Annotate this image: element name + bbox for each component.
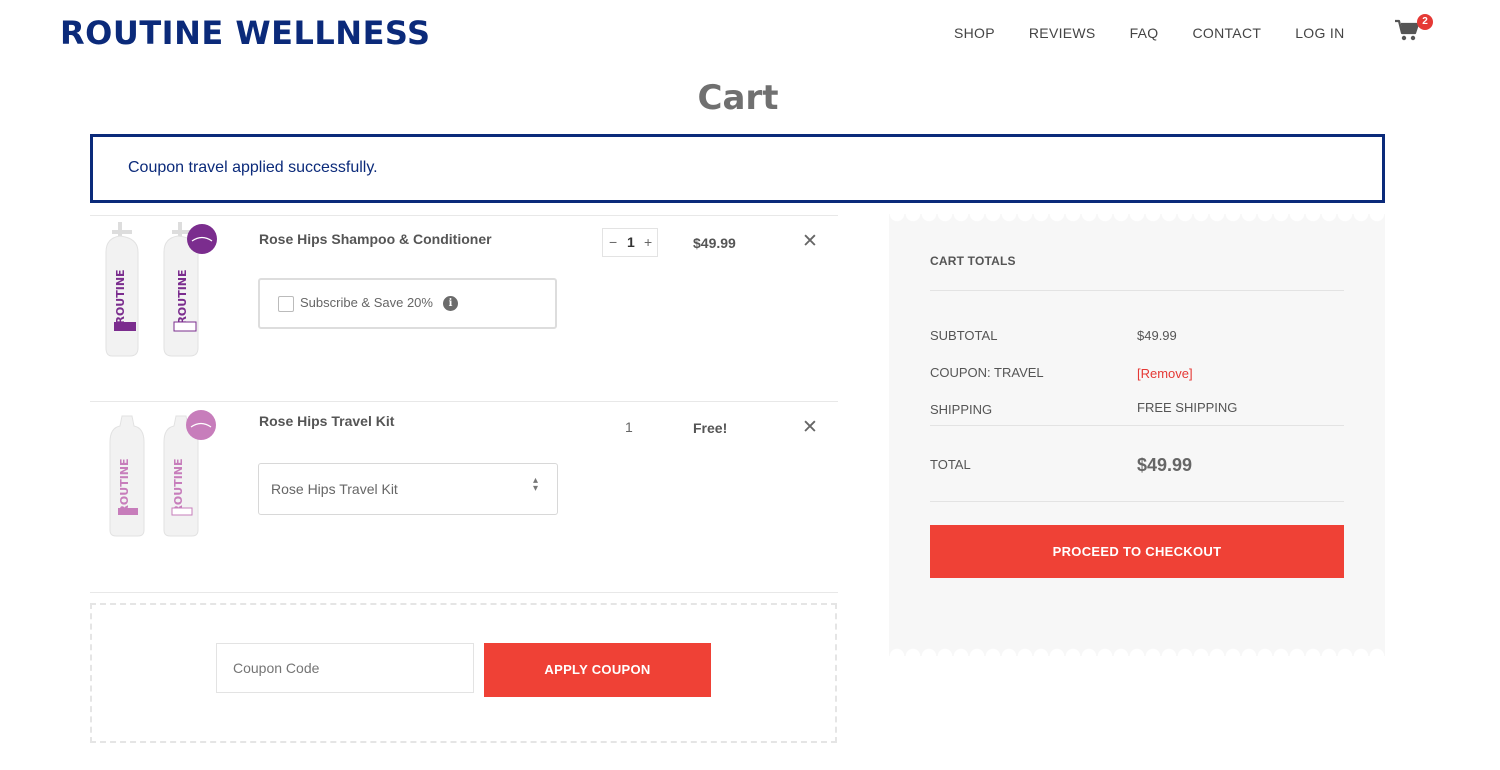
remove-coupon-link[interactable]: [Remove] bbox=[1137, 366, 1193, 381]
increase-quantity-button[interactable]: + bbox=[644, 234, 652, 250]
product-image-travel-kit[interactable]: ROUTINE ROUTINE bbox=[98, 408, 228, 548]
item-divider bbox=[90, 215, 838, 216]
product-name[interactable]: Rose Hips Shampoo & Conditioner bbox=[259, 231, 492, 247]
scallop-edge bbox=[889, 648, 1385, 656]
subtotal-value: $49.99 bbox=[1137, 328, 1177, 343]
svg-text:ROUTINE: ROUTINE bbox=[118, 458, 131, 513]
main-nav: SHOP REVIEWS FAQ CONTACT LOG IN bbox=[954, 25, 1378, 41]
coupon-code-input[interactable] bbox=[216, 643, 474, 693]
quantity-stepper[interactable]: − 1 + bbox=[602, 228, 658, 257]
page-title: Cart bbox=[697, 78, 779, 118]
quantity-value[interactable]: 1 bbox=[627, 234, 635, 250]
totals-divider bbox=[930, 290, 1344, 291]
subscribe-label[interactable]: Subscribe & Save 20% bbox=[300, 295, 433, 310]
total-value: $49.99 bbox=[1137, 455, 1193, 475]
subscribe-option[interactable]: Subscribe & Save 20% i bbox=[258, 278, 557, 329]
shipping-label: SHIPPING bbox=[930, 402, 993, 417]
nav-log-in[interactable]: LOG IN bbox=[1295, 25, 1344, 41]
item-divider bbox=[90, 592, 838, 593]
scallop-edge bbox=[889, 214, 1385, 222]
subscribe-checkbox[interactable] bbox=[278, 296, 294, 312]
nav-contact[interactable]: CONTACT bbox=[1192, 25, 1261, 41]
cart-count-badge[interactable]: 2 bbox=[1417, 14, 1433, 30]
totals-divider bbox=[930, 501, 1344, 502]
coupon-notice: Coupon travel applied successfully. bbox=[90, 134, 1385, 203]
total-label: TOTAL bbox=[930, 457, 971, 472]
quantity-value: 1 bbox=[625, 419, 633, 435]
shipping-value: FREE SHIPPING bbox=[1137, 400, 1238, 415]
apply-coupon-button[interactable]: APPLY COUPON bbox=[484, 643, 711, 697]
select-arrows-icon[interactable]: ▴ ▾ bbox=[533, 476, 538, 494]
subtotal-label: SUBTOTAL bbox=[930, 328, 998, 343]
nav-shop[interactable]: SHOP bbox=[954, 25, 995, 41]
remove-item-icon[interactable]: ✕ bbox=[802, 416, 818, 439]
svg-text:ROUTINE: ROUTINE bbox=[114, 269, 127, 324]
totals-divider bbox=[930, 425, 1344, 426]
product-name[interactable]: Rose Hips Travel Kit bbox=[259, 413, 394, 429]
product-image-shampoo[interactable]: ROUTINE ROUTINE bbox=[98, 222, 228, 362]
notice-text: Coupon travel applied successfully. bbox=[128, 159, 378, 176]
select-value[interactable]: Rose Hips Travel Kit bbox=[271, 481, 398, 497]
item-divider bbox=[90, 401, 838, 402]
remove-item-icon[interactable]: ✕ bbox=[802, 230, 818, 253]
nav-faq[interactable]: FAQ bbox=[1130, 25, 1159, 41]
coupon-label: COUPON: TRAVEL bbox=[930, 365, 1044, 380]
nav-reviews[interactable]: REVIEWS bbox=[1029, 25, 1096, 41]
svg-text:ROUTINE: ROUTINE bbox=[176, 269, 189, 324]
site-logo[interactable]: ROUTINE WELLNESS bbox=[60, 14, 431, 52]
cart-totals-panel: CART TOTALS SUBTOTAL $49.99 COUPON: TRAV… bbox=[889, 214, 1385, 656]
cart-totals-title: CART TOTALS bbox=[930, 254, 1016, 268]
decrease-quantity-button[interactable]: − bbox=[609, 234, 617, 250]
item-price: $49.99 bbox=[693, 235, 736, 251]
svg-text:ROUTINE: ROUTINE bbox=[172, 458, 185, 513]
proceed-to-checkout-button[interactable]: PROCEED TO CHECKOUT bbox=[930, 525, 1344, 578]
info-icon[interactable]: i bbox=[443, 296, 458, 311]
item-price: Free! bbox=[693, 420, 728, 436]
travel-kit-select[interactable]: Rose Hips Travel Kit ▴ ▾ bbox=[258, 463, 558, 515]
